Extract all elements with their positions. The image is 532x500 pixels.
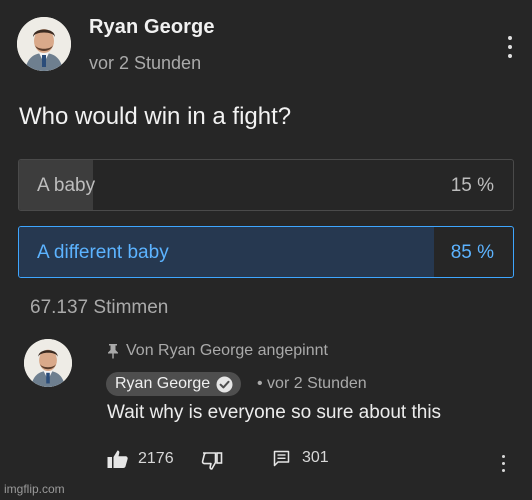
reply-button[interactable]: 301	[273, 449, 329, 467]
post-author-name[interactable]: Ryan George	[89, 16, 215, 39]
thumbs-up-icon	[107, 450, 128, 468]
poll-question: Who would win in a fight?	[19, 103, 292, 130]
verified-check-icon	[216, 376, 233, 392]
comment-more-vertical-icon[interactable]	[499, 455, 507, 473]
poll-option-1-percent: 15 %	[450, 175, 494, 196]
comment-timestamp: • vor 2 Stunden	[257, 375, 367, 392]
pinned-indicator: Von Ryan George angepinnt	[107, 342, 328, 360]
poll-option-2-percent: 85 %	[450, 242, 494, 263]
reply-count: 301	[302, 449, 329, 466]
post-timestamp: vor 2 Stunden	[89, 53, 202, 73]
comment-text: Wait why is everyone so sure about this	[107, 402, 442, 423]
like-button[interactable]: 2176	[107, 449, 174, 469]
poll-option-1[interactable]: A baby 15 %	[18, 159, 514, 211]
avatar-image	[17, 17, 71, 71]
comment-author-avatar[interactable]	[24, 339, 72, 387]
poll-vote-count: 67.137 Stimmen	[30, 297, 169, 318]
avatar-image	[24, 339, 72, 387]
poll-option-1-label: A baby	[37, 175, 96, 196]
poll-option-2[interactable]: A different baby 85 %	[18, 226, 514, 278]
post-author-avatar[interactable]	[17, 17, 71, 71]
more-vertical-icon[interactable]	[505, 36, 515, 62]
thumbs-down-icon	[201, 452, 223, 470]
pin-icon	[108, 344, 118, 359]
like-count: 2176	[138, 450, 174, 467]
comment-icon	[273, 450, 290, 466]
poll-option-2-label: A different baby	[37, 242, 169, 263]
comment-author-chip[interactable]: Ryan George	[106, 372, 242, 396]
pinned-label: Von Ryan George angepinnt	[126, 342, 328, 359]
dislike-button[interactable]	[201, 451, 223, 471]
watermark: imgflip.com	[4, 482, 65, 496]
comment-author-name: Ryan George	[115, 375, 211, 392]
